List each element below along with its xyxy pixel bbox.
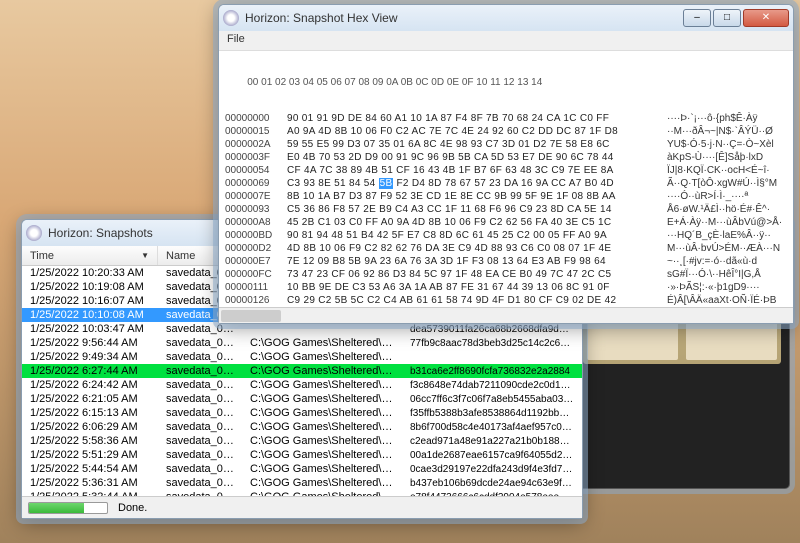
progress-bar: [28, 502, 108, 514]
table-row[interactable]: 1/25/2022 5:58:36 AMsavedata_01.datC:\GO…: [22, 434, 582, 448]
sort-desc-icon: ▼: [141, 251, 149, 260]
hex-row[interactable]: 000000A845 2B C1 03 C0 FF A0 9A 4D 8B 10…: [225, 216, 787, 229]
table-row[interactable]: 1/25/2022 10:03:47 AMsavedata_01.datdea5…: [22, 322, 582, 336]
table-row[interactable]: 1/25/2022 6:15:13 AMsavedata_01.datC:\GO…: [22, 406, 582, 420]
menu-bar: File: [219, 31, 793, 51]
table-row[interactable]: 1/25/2022 6:27:44 AMsavedata_01.datC:\GO…: [22, 364, 582, 378]
status-text: Done.: [118, 502, 147, 514]
hex-row[interactable]: 000000BD90 81 94 48 51 B4 42 5F E7 C8 8D…: [225, 229, 787, 242]
app-icon: [223, 10, 239, 26]
table-row[interactable]: 1/25/2022 5:32:44 AMsavedata_01.datC:\GO…: [22, 490, 582, 496]
titlebar[interactable]: Horizon: Snapshot Hex View – □ ✕: [219, 5, 793, 31]
hex-row[interactable]: 0000002A59 55 E5 99 D3 07 35 01 6A 8C 4E…: [225, 138, 787, 151]
table-row[interactable]: 1/25/2022 6:06:29 AMsavedata_01.datC:\GO…: [22, 420, 582, 434]
hex-header: 00 01 02 03 04 05 06 07 08 09 0A 0B 0C 0…: [225, 77, 787, 88]
hex-view-window: Horizon: Snapshot Hex View – □ ✕ File 00…: [218, 4, 794, 324]
hex-row[interactable]: 0000011110 BB 9E DE C3 53 A6 3A 1A AB 87…: [225, 281, 787, 294]
table-row[interactable]: 1/25/2022 5:36:31 AMsavedata_01.datC:\GO…: [22, 476, 582, 490]
table-row[interactable]: 1/25/2022 9:49:34 AMsavedata_01.datC:\GO…: [22, 350, 582, 364]
maximize-button[interactable]: □: [713, 9, 741, 27]
menu-file[interactable]: File: [227, 33, 245, 45]
hex-row[interactable]: 00000054CF 4A 7C 38 89 4B 51 CF 16 43 4B…: [225, 164, 787, 177]
hex-row[interactable]: 0000003FE0 4B 70 53 2D D9 00 91 9C 96 9B…: [225, 151, 787, 164]
hex-row[interactable]: 000000FC73 47 23 CF 06 92 86 D3 84 5C 97…: [225, 268, 787, 281]
horizontal-scrollbar[interactable]: [219, 307, 793, 323]
window-title: Horizon: Snapshot Hex View: [245, 11, 683, 25]
hex-row[interactable]: 000000D24D 8B 10 06 F9 C2 82 62 76 DA 3E…: [225, 242, 787, 255]
hex-row[interactable]: 0000007E8B 10 1A B7 D3 87 F9 52 3E CD 1E…: [225, 190, 787, 203]
hex-content[interactable]: 00 01 02 03 04 05 06 07 08 09 0A 0B 0C 0…: [219, 51, 793, 323]
col-time[interactable]: Time▼: [22, 246, 158, 265]
status-bar: Done.: [22, 496, 582, 518]
table-row[interactable]: 1/25/2022 6:21:05 AMsavedata_01.datC:\GO…: [22, 392, 582, 406]
close-button[interactable]: ✕: [743, 9, 789, 27]
table-row[interactable]: 1/25/2022 6:24:42 AMsavedata_01.datC:\GO…: [22, 378, 582, 392]
hex-row[interactable]: 00000126C9 29 C2 5B 5C C2 C4 AB 61 61 58…: [225, 294, 787, 307]
hex-row[interactable]: 00000093C5 36 86 F8 57 2E B9 C4 A3 CC 1F…: [225, 203, 787, 216]
minimize-button[interactable]: –: [683, 9, 711, 27]
hex-row[interactable]: 00000069C3 93 8E 51 84 54 5B F2 D4 8D 78…: [225, 177, 787, 190]
hex-row[interactable]: 000000E77E 12 09 B8 5B 9A 23 6A 76 3A 3D…: [225, 255, 787, 268]
table-row[interactable]: 1/25/2022 5:51:29 AMsavedata_01.datC:\GO…: [22, 448, 582, 462]
hex-row[interactable]: 0000000090 01 91 9D DE 84 60 A1 10 1A 87…: [225, 112, 787, 125]
table-row[interactable]: 1/25/2022 9:56:44 AMsavedata_01.datC:\GO…: [22, 336, 582, 350]
app-icon: [26, 225, 42, 241]
table-row[interactable]: 1/25/2022 5:44:54 AMsavedata_01.datC:\GO…: [22, 462, 582, 476]
hex-row[interactable]: 00000015A0 9A 4D 8B 10 06 F0 C2 AC 7E 7C…: [225, 125, 787, 138]
scrollbar-thumb[interactable]: [221, 310, 281, 322]
